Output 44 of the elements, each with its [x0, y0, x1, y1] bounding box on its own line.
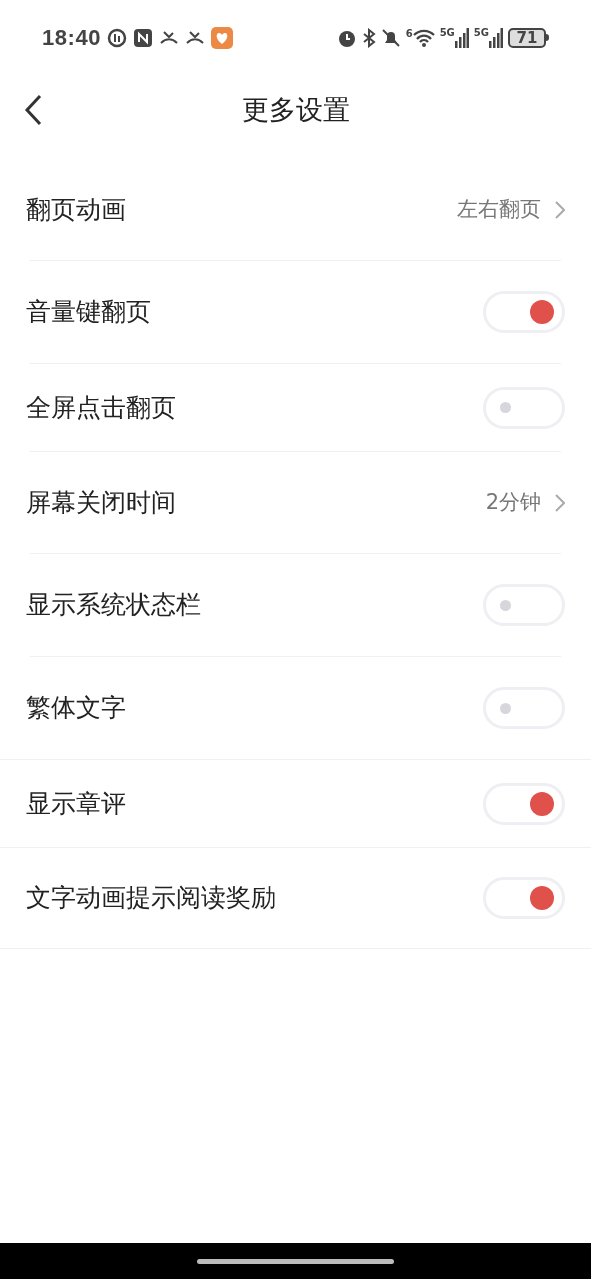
back-icon[interactable] — [24, 94, 42, 126]
network-type: 5G — [473, 27, 489, 38]
circle-icon — [107, 27, 128, 48]
toggle-switch[interactable] — [483, 687, 565, 729]
setting-label: 翻页动画 — [26, 194, 126, 227]
network-type: 5G — [439, 27, 455, 38]
setting-label: 音量键翻页 — [26, 296, 151, 329]
setting-label: 显示系统状态栏 — [26, 589, 201, 622]
toggle-switch[interactable] — [483, 291, 565, 333]
settings-row[interactable]: 繁体文字 — [0, 657, 591, 759]
bluetooth-icon — [361, 27, 376, 48]
setting-value: 2分钟 — [485, 488, 541, 516]
setting-label: 屏幕关闭时间 — [26, 486, 176, 519]
home-indicator[interactable] — [197, 1258, 394, 1264]
missed-call-icon — [185, 29, 206, 46]
toggle-switch[interactable] — [483, 782, 565, 825]
signal-icon — [489, 27, 503, 48]
bell-muted-icon — [380, 27, 401, 48]
battery-level: 71 — [508, 27, 546, 48]
chevron-right-icon — [555, 493, 565, 512]
missed-call-icon — [159, 29, 180, 46]
settings-row[interactable]: 文字动画提示阅读奖励 — [0, 848, 591, 949]
setting-label: 全屏点击翻页 — [26, 391, 176, 424]
settings-row[interactable]: 屏幕关闭时间 2分钟 — [0, 452, 591, 553]
settings-row[interactable]: 显示系统状态栏 — [0, 554, 591, 656]
clock-time: 18:40 — [42, 24, 102, 52]
setting-value: 左右翻页 — [457, 196, 541, 224]
toggle-switch[interactable] — [483, 386, 565, 429]
settings-row[interactable]: 翻页动画 左右翻页 — [0, 160, 591, 260]
battery-tip — [546, 34, 549, 41]
settings-row[interactable]: 显示章评 — [0, 760, 591, 848]
settings-row[interactable]: 全屏点击翻页 — [0, 364, 591, 451]
chevron-right-icon — [555, 201, 565, 219]
wifi-generation-label: 6 — [405, 28, 413, 39]
nfc-icon — [133, 27, 154, 48]
setting-label: 文字动画提示阅读奖励 — [26, 882, 276, 915]
setting-label: 显示章评 — [26, 787, 126, 820]
toggle-switch[interactable] — [483, 584, 565, 626]
toggle-switch[interactable] — [483, 877, 565, 919]
page-title: 更多设置 — [241, 92, 350, 127]
setting-label: 繁体文字 — [26, 692, 126, 725]
wifi-icon — [412, 28, 435, 47]
signal-icon — [454, 27, 469, 48]
settings-row[interactable]: 音量键翻页 — [0, 261, 591, 363]
